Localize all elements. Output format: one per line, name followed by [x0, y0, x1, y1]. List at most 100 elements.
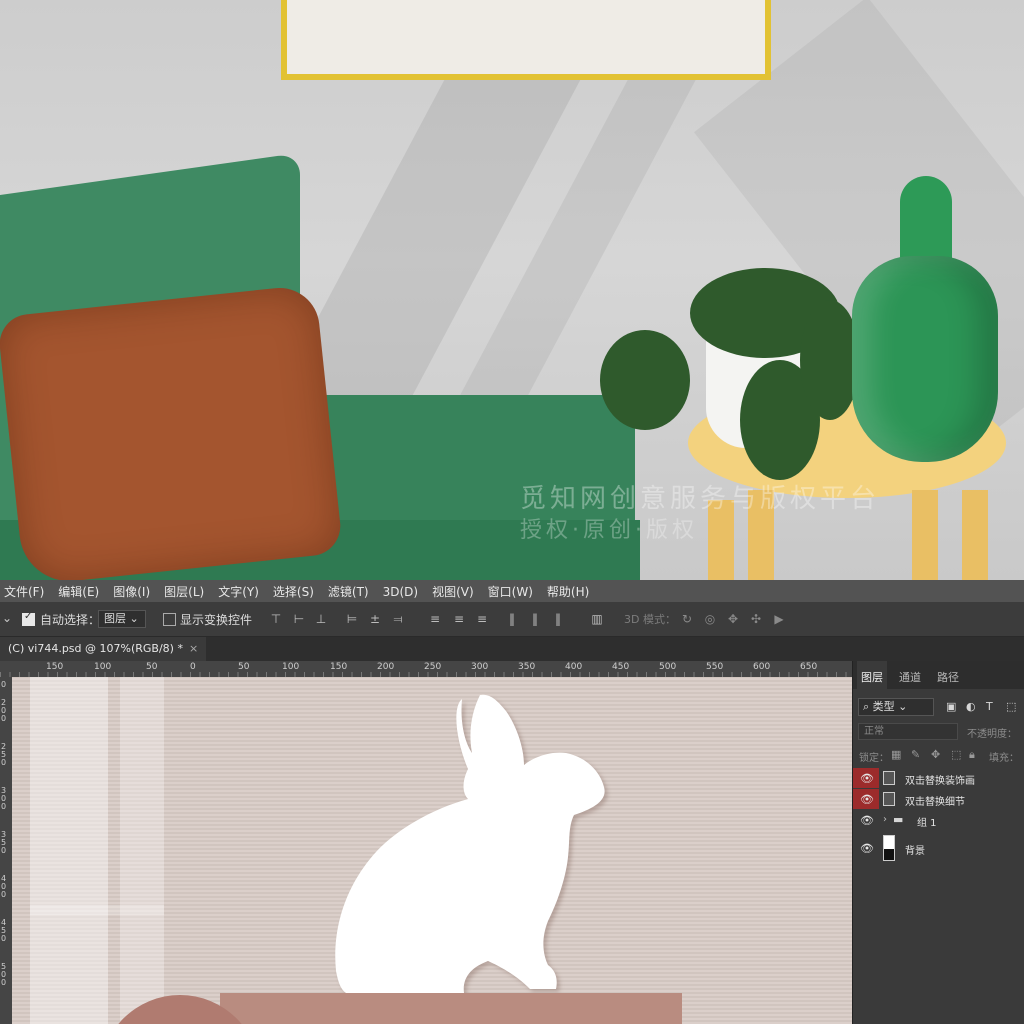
chevron-right-icon[interactable]: ›	[883, 814, 887, 825]
close-icon[interactable]: ×	[189, 642, 198, 655]
visibility-toggle[interactable]: 👁︎	[853, 768, 879, 788]
lock-brush-icon[interactable]: ✎	[911, 749, 923, 761]
ruler-tick: 4 0 0	[1, 874, 7, 899]
distribute-vcenter-icon[interactable]: ≡	[452, 612, 466, 626]
opacity-label: 不透明度：	[967, 729, 1017, 740]
3d-slide-icon[interactable]: ✣	[749, 612, 763, 626]
tab-layers[interactable]: 图层	[857, 661, 887, 689]
ruler-tick: 350	[518, 662, 536, 672]
menu-window[interactable]: 窗口(W)	[484, 580, 533, 600]
visibility-toggle[interactable]: 👁︎	[853, 810, 879, 830]
watermark: 觅知网创意服务与版权平台	[520, 484, 881, 514]
tab-paths[interactable]: 路径	[937, 669, 959, 685]
picture-frame	[281, 0, 771, 80]
auto-select-dropdown[interactable]: 图层 ⌄	[98, 610, 146, 628]
menu-edit[interactable]: 编辑(E)	[54, 580, 99, 600]
ruler-tick: 500	[659, 662, 677, 672]
layer-row[interactable]: 👁︎ › ▬ 组 1	[853, 810, 1024, 830]
menu-bar: 文件(F) 编辑(E) 图像(I) 图层(L) 文字(Y) 选择(S) 滤镜(T) 3D(D)…	[0, 580, 1024, 602]
ruler-tick: 2 0 0	[1, 698, 7, 723]
smart-object-thumbnail	[883, 771, 895, 785]
distribute-hcenter-icon[interactable]: ‖	[528, 612, 542, 626]
layer-name: 双击替换细节	[905, 797, 965, 808]
leather-pillow	[0, 284, 344, 580]
eye-icon: 👁︎	[860, 814, 874, 827]
layer-name: 背景	[905, 846, 925, 857]
ruler-tick: 200	[377, 662, 395, 672]
lock-all-icon[interactable]: 🔒︎	[969, 749, 981, 761]
vertical-ruler[interactable]: 0 2 0 0 2 5 0 3 0 0 3 5 0 4 0 0 4 5 0 5 …	[0, 677, 12, 1024]
ruler-tick: 0	[1, 680, 7, 689]
document-tab-bar: (C) vi744.psd @ 107%(RGB/8) * ×	[0, 637, 1024, 661]
tab-channels[interactable]: 通道	[899, 669, 921, 685]
eye-icon: 👁︎	[860, 772, 874, 785]
distribute-top-icon[interactable]: ≡	[428, 612, 442, 626]
document-canvas[interactable]	[12, 677, 852, 1024]
ivy-plant	[600, 330, 690, 430]
product-photo: 觅知网创意服务与版权平台 授权·原创·版权	[0, 0, 1024, 580]
layer-row[interactable]: 👁︎ 双击替换装饰画	[853, 768, 1024, 788]
align-bottom-icon[interactable]: ⊥	[314, 612, 328, 626]
align-left-icon[interactable]: ⊨	[345, 612, 359, 626]
horizontal-ruler[interactable]: 150 100 50 0 50 100 150 200 250 300 350 …	[0, 661, 852, 677]
type-filter-icon[interactable]: T	[986, 701, 998, 713]
align-vcenter-icon[interactable]: ⊢	[292, 612, 306, 626]
menu-view[interactable]: 视图(V)	[428, 580, 474, 600]
window-light	[30, 677, 108, 1024]
side-table-leg	[912, 490, 938, 580]
ruler-tick: 100	[94, 662, 112, 672]
blend-mode-dropdown[interactable]: 正常	[858, 723, 958, 740]
align-right-icon[interactable]: ⫤	[391, 612, 405, 626]
3d-video-camera-icon[interactable]: ▶	[772, 612, 786, 626]
menu-layer[interactable]: 图层(L)	[160, 580, 204, 600]
menu-type[interactable]: 文字(Y)	[214, 580, 259, 600]
align-top-icon[interactable]: ⊤	[269, 612, 283, 626]
layer-filter-dropdown[interactable]: ⌕ 类型 ⌄	[858, 698, 934, 716]
layer-row[interactable]: 👁︎ 双击替换细节	[853, 789, 1024, 809]
ruler-tick: 4 5 0	[1, 918, 7, 943]
visibility-toggle[interactable]: 👁︎	[853, 835, 879, 861]
menu-3d[interactable]: 3D(D)	[379, 582, 418, 599]
auto-select-checkbox[interactable]	[22, 611, 35, 626]
shape-filter-icon[interactable]: ⬚	[1006, 701, 1018, 713]
document-tab[interactable]: (C) vi744.psd @ 107%(RGB/8) * ×	[0, 637, 207, 661]
visibility-toggle[interactable]: 👁︎	[853, 789, 879, 809]
ruler-tick: 150	[330, 662, 348, 672]
distribute-bottom-icon[interactable]: ≡	[475, 612, 489, 626]
ruler-tick: 50	[146, 662, 158, 672]
side-table-leg	[962, 490, 988, 580]
ruler-tick: 550	[706, 662, 724, 672]
background-thumbnail	[883, 835, 895, 861]
lock-transparent-icon[interactable]: ▦	[891, 749, 903, 761]
eye-icon: 👁︎	[860, 793, 874, 806]
lock-artboard-icon[interactable]: ⬚	[951, 749, 963, 761]
layer-name: 组 1	[917, 818, 937, 829]
distribute-right-icon[interactable]: ‖	[551, 612, 565, 626]
3d-roll-icon[interactable]: ◎	[703, 612, 717, 626]
lock-position-icon[interactable]: ✥	[931, 749, 943, 761]
show-transform-checkbox[interactable]	[163, 613, 176, 626]
layers-panel: 图层 通道 路径 ⌕ 类型 ⌄ ▣ ◐ T ⬚ 正常 不透明度： 锁定： ▦ ✎…	[852, 661, 1024, 1024]
image-filter-icon[interactable]: ▣	[946, 701, 958, 713]
chevron-down-icon[interactable]: ⌄	[2, 611, 12, 625]
blend-mode-value: 正常	[864, 726, 884, 737]
3d-orbit-icon[interactable]: ↻	[680, 612, 694, 626]
menu-file[interactable]: 文件(F)	[0, 580, 44, 600]
shelf	[220, 993, 682, 1024]
layer-row[interactable]: 👁︎ 背景	[853, 835, 1024, 861]
menu-filter[interactable]: 滤镜(T)	[324, 580, 369, 600]
align-hcenter-icon[interactable]: ±	[368, 612, 382, 626]
ruler-tick: 600	[753, 662, 771, 672]
menu-image[interactable]: 图像(I)	[109, 580, 150, 600]
menu-select[interactable]: 选择(S)	[269, 580, 314, 600]
watermark: 授权·原创·版权	[520, 518, 698, 543]
ruler-tick: 300	[471, 662, 489, 672]
options-bar: ⌄ 自动选择： 图层 ⌄ 显示变换控件 ⊤ ⊢ ⊥ ⊨ ± ⫤ ≡ ≡ ≡ ‖ …	[0, 602, 1024, 637]
fill-label: 填充：	[989, 753, 1019, 764]
adjustment-filter-icon[interactable]: ◐	[966, 701, 978, 713]
3d-pan-icon[interactable]: ✥	[726, 612, 740, 626]
distribute-left-icon[interactable]: ‖	[505, 612, 519, 626]
menu-help[interactable]: 帮助(H)	[543, 580, 589, 600]
ruler-tick: 0	[190, 662, 196, 672]
auto-align-icon[interactable]: ▥	[590, 612, 604, 626]
